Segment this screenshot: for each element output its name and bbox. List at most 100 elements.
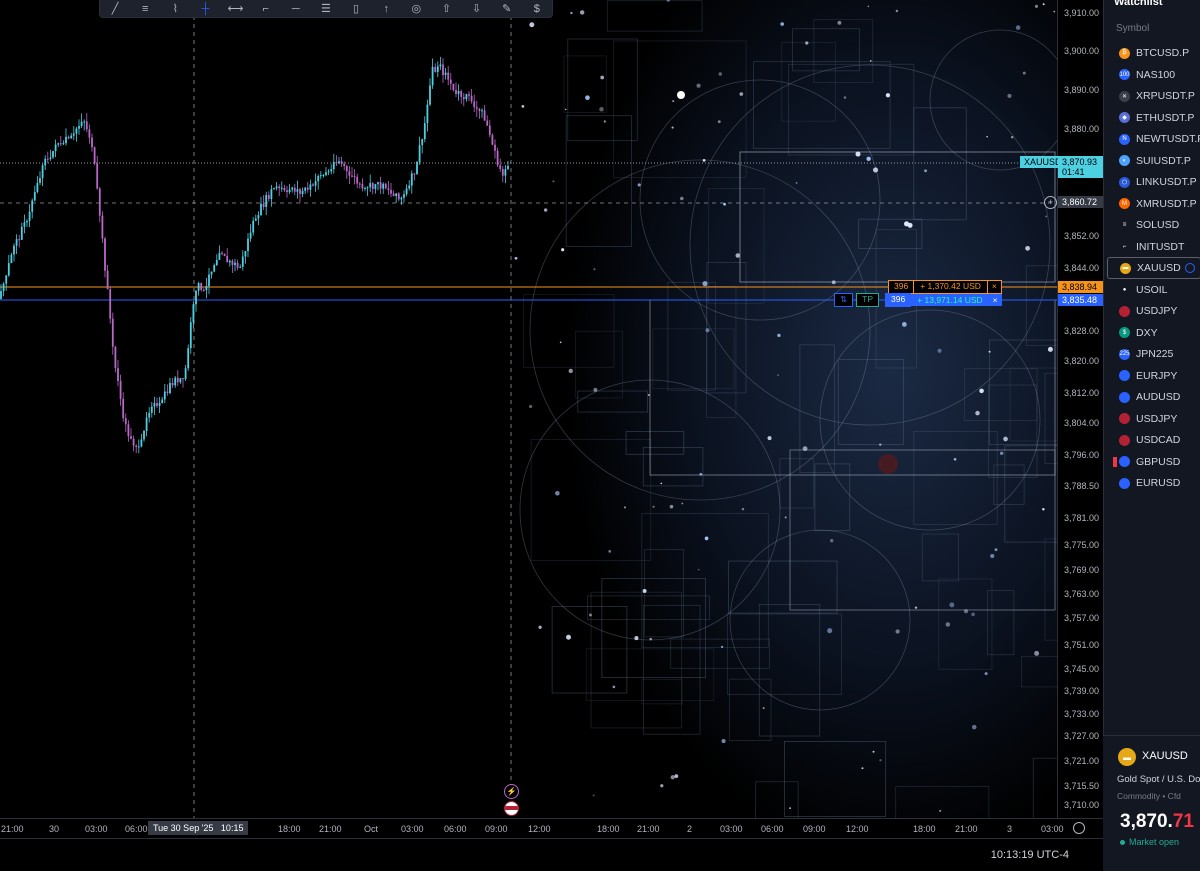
watchlist-item-gbpusd[interactable]: GBPUSD: [1107, 451, 1200, 473]
time-axis-label: 18:00: [913, 824, 936, 834]
watchlist-item-audusd[interactable]: AUDUSD: [1107, 386, 1200, 408]
watchlist-symbol: JPN225: [1136, 348, 1174, 360]
position-1-close-button[interactable]: ×: [987, 280, 1002, 294]
init-icon: ⌐: [1119, 241, 1130, 252]
watchlist-title[interactable]: Watchlist: [1114, 0, 1163, 8]
price-axis-label: 3,715.50: [1064, 781, 1100, 791]
chart-settings-gear-icon[interactable]: [1073, 822, 1085, 834]
watchlist-item-xmrusdt-p[interactable]: M XMRUSDT.P: [1107, 193, 1200, 215]
watchlist-item-jpn225[interactable]: 225 JPN225: [1107, 343, 1200, 365]
watchlist-item-eurusd[interactable]: EURUSD: [1107, 472, 1200, 494]
position-1-qty: 396: [888, 280, 915, 294]
watchlist-item-initusdt[interactable]: ⌐ INITUSDT: [1107, 236, 1200, 258]
price-axis-label: 3,804.00: [1064, 418, 1100, 428]
pen-icon[interactable]: ✎: [498, 2, 516, 16]
watchlist-item-newtusdt-p[interactable]: N NEWTUSDT.P: [1107, 128, 1200, 150]
time-axis-label: 03:00: [85, 824, 108, 834]
text-lines-icon[interactable]: ☰: [317, 2, 335, 16]
price-axis-label: 3,763.00: [1064, 589, 1100, 599]
price-axis-label: 3,900.00: [1064, 46, 1100, 56]
newt-icon: N: [1119, 133, 1130, 145]
price-tag-icon[interactable]: $: [528, 2, 546, 16]
watchlist-item-ethusdt-p[interactable]: ◆ ETHUSDT.P: [1107, 107, 1200, 129]
watchlist-symbol: LINKUSDT.P: [1136, 176, 1197, 188]
crosshair-icon[interactable]: ┼: [196, 2, 214, 16]
position-2-price-badge: 3,835.48: [1058, 294, 1104, 306]
watchlist-symbol: USDJPY: [1136, 305, 1178, 317]
position-box-1[interactable]: 396 + 1,370.42 USD ×: [888, 280, 1002, 294]
watchlist-item-usdjpy[interactable]: USDJPY: [1107, 408, 1200, 430]
price-axis[interactable]: 3,910.00 3,900.00 3,890.00 3,880.00 3,852.00…: [1020, 0, 1104, 818]
flag-gb-us-icon: [1119, 456, 1130, 467]
watchlist-item-usdcad[interactable]: USDCAD: [1107, 429, 1200, 451]
symbol-details-panel: ▬ XAUUSD Gold Spot / U.S. Dollar Commodi…: [1103, 735, 1200, 871]
chart-pane[interactable]: 396 + 1,370.42 USD × ⇅ TP 396 + 13,971.1…: [0, 0, 1057, 818]
details-price: 3,870.71: [1120, 811, 1194, 833]
event-flash-icon[interactable]: ⚡: [504, 784, 519, 799]
symbol-column-header[interactable]: Symbol: [1116, 23, 1149, 34]
fib-icon[interactable]: ≡: [136, 2, 154, 16]
arrow-up-bold-icon[interactable]: ⇧: [437, 2, 455, 16]
nasdaq-icon: 100: [1119, 69, 1130, 80]
watchlist-item-btcusd-p[interactable]: ₿ BTCUSD.P: [1107, 42, 1200, 64]
position-2-tp-label[interactable]: TP: [856, 293, 879, 307]
price-axis-label: 3,910.00: [1064, 8, 1100, 18]
time-axis[interactable]: 21:00 30 03:00 06:00 18:00 21:00 Oct 03:00 06:00…: [0, 818, 1103, 839]
price-axis-label: 3,844.00: [1064, 263, 1100, 273]
watchlist-symbol: ETHUSDT.P: [1136, 111, 1195, 124]
watchlist-item-usoil[interactable]: ● USOIL: [1107, 279, 1200, 301]
circle-icon[interactable]: ◎: [407, 2, 425, 16]
measure-icon[interactable]: ⟷: [227, 2, 245, 16]
flag-icon[interactable]: ▯: [347, 2, 365, 16]
position-box-2[interactable]: ⇅ TP 396 + 13,971.14 USD ×: [834, 293, 1002, 307]
watchlist-item-usdjpy[interactable]: USDJPY: [1107, 300, 1200, 322]
red-flag-marker[interactable]: [1113, 456, 1117, 467]
trend-line-icon[interactable]: ╱: [106, 2, 124, 16]
price-axis-label: 3,727.00: [1064, 731, 1100, 741]
watchlist-item-xrpusdt-p[interactable]: ✕ XRPUSDT.P: [1107, 85, 1200, 107]
add-alert-icon[interactable]: +: [1044, 196, 1057, 209]
watchlist-item-dxy[interactable]: $ DXY: [1107, 322, 1200, 344]
time-axis-label: 06:00: [444, 824, 467, 834]
position-2-qty: 396: [885, 293, 912, 307]
watchlist-item-eurjpy[interactable]: EURJPY: [1107, 365, 1200, 387]
price-axis-label: 3,788.50: [1064, 481, 1100, 491]
position-2-sl-handle[interactable]: ⇅: [834, 293, 854, 307]
path-icon[interactable]: ⌇: [166, 2, 184, 16]
arrow-up-icon[interactable]: ↑: [377, 2, 395, 16]
watchlist-symbol: XAUUSD: [1137, 262, 1181, 274]
price-axis-label: 3,812.00: [1064, 388, 1100, 398]
event-us-flag-icon[interactable]: [504, 801, 519, 816]
watchlist-item-linkusdt-p[interactable]: ⬡ LINKUSDT.P: [1107, 171, 1200, 193]
watchlist-symbol: NAS100: [1136, 68, 1176, 81]
time-axis-label: 06:00: [125, 824, 148, 834]
time-axis-label: 21:00: [319, 824, 342, 834]
price-axis-label: 3,721.00: [1064, 756, 1100, 766]
jpn225-icon: 225: [1119, 348, 1130, 360]
details-symbol[interactable]: XAUUSD: [1142, 750, 1188, 762]
watchlist-symbol: USDJPY: [1136, 412, 1178, 425]
brush-icon[interactable]: ⌐: [257, 2, 275, 16]
watchlist-item-nas100[interactable]: 100 NAS100: [1107, 64, 1200, 86]
details-price-tail: 71: [1172, 811, 1194, 832]
clock-utc[interactable]: 10:13:19 UTC-4: [991, 849, 1069, 861]
time-axis-label: 21:00: [955, 824, 978, 834]
gold-icon: ▬: [1120, 262, 1131, 274]
watchlist-item-solusd[interactable]: ≡ SOLUSD: [1107, 214, 1200, 236]
time-axis-label: 03:00: [401, 824, 424, 834]
price-axis-label: 3,769.00: [1064, 565, 1100, 575]
price-axis-label: 3,796.00: [1064, 450, 1100, 460]
info-icon[interactable]: [1184, 263, 1195, 273]
sui-icon: ◐: [1119, 155, 1130, 166]
watchlist-symbol: AUDUSD: [1136, 391, 1181, 403]
watchlist-item-suiusdt-p[interactable]: ◐ SUIUSDT.P: [1107, 150, 1200, 172]
candlestick-chart[interactable]: [0, 0, 1057, 818]
horizontal-line-icon[interactable]: ─: [287, 2, 305, 16]
time-axis-label: 18:00: [597, 824, 620, 834]
watchlist-symbol: SUIUSDT.P: [1136, 154, 1191, 167]
position-2-close-button[interactable]: ×: [988, 294, 1002, 306]
watchlist-item-xauusd[interactable]: ▬ XAUUSD: [1107, 257, 1200, 279]
time-axis-label: 06:00: [761, 824, 784, 834]
status-bar: 10:13:19 UTC-4: [0, 838, 1103, 871]
arrow-down-bold-icon[interactable]: ⇩: [468, 2, 486, 16]
